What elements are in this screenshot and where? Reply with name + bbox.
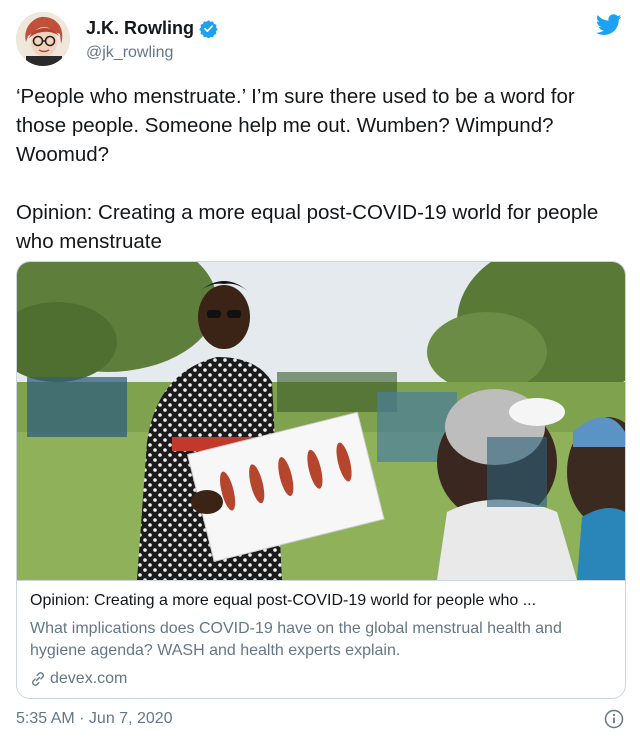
name-row: J.K. Rowling (86, 18, 218, 39)
card-domain[interactable]: devex.com (30, 670, 127, 688)
user-handle[interactable]: @jk_rowling (86, 44, 173, 62)
verified-badge-icon (199, 20, 218, 38)
card-domain-text: devex.com (50, 670, 128, 687)
avatar-photo (16, 12, 70, 66)
card-body[interactable]: Opinion: Creating a more equal post-COVI… (17, 580, 625, 698)
tweet-header: J.K. Rowling @jk_rowling (16, 12, 624, 68)
tweet-timestamp[interactable]: 5:35 AM · Jun 7, 2020 (16, 710, 173, 728)
card-image[interactable] (17, 262, 625, 580)
info-icon[interactable] (604, 709, 624, 729)
card-title[interactable]: Opinion: Creating a more equal post-COVI… (30, 592, 615, 610)
twitter-bird-icon[interactable] (596, 14, 622, 36)
display-name[interactable]: J.K. Rowling (86, 18, 194, 39)
link-card[interactable]: Opinion: Creating a more equal post-COVI… (16, 261, 626, 699)
card-photo (17, 262, 625, 580)
tweet-text: ‘People who menstruate.’ I’m sure there … (16, 85, 599, 253)
avatar[interactable] (16, 12, 70, 66)
card-description: What implications does COVID-19 have on … (30, 620, 562, 659)
link-icon (32, 672, 44, 686)
